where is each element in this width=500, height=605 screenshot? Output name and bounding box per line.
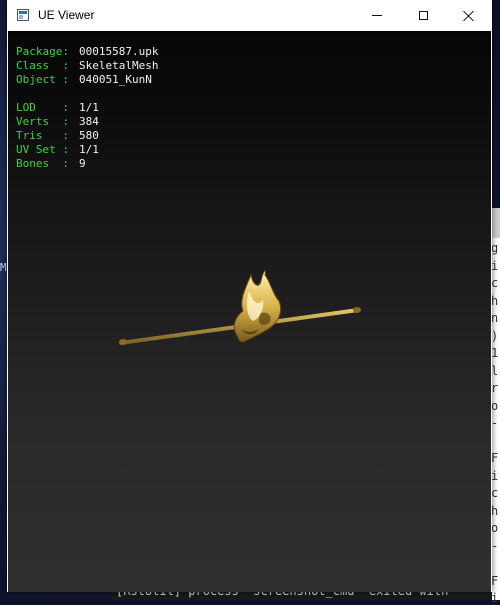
info-label: Bones : bbox=[16, 157, 69, 170]
terminal-char: n bbox=[491, 311, 499, 325]
info-label: Verts : bbox=[16, 115, 69, 128]
close-icon bbox=[463, 10, 475, 22]
info-label: UV Set : bbox=[16, 143, 69, 156]
terminal-char: l bbox=[491, 363, 499, 378]
window-title: UE Viewer bbox=[38, 8, 95, 22]
info-label: Tris : bbox=[16, 129, 69, 142]
3d-viewport[interactable]: Package: 00015587.upk Class : SkeletalMesh… bbox=[8, 31, 491, 592]
terminal-char: - bbox=[491, 416, 499, 430]
terminal-char: ) bbox=[491, 328, 499, 343]
info-row-tris: Tris : 580 bbox=[16, 129, 158, 143]
info-label: Package: bbox=[16, 45, 69, 58]
terminal-char: i bbox=[491, 258, 499, 273]
info-row-class: Class : SkeletalMesh bbox=[16, 59, 158, 73]
mesh-info-panel: Package: 00015587.upk Class : SkeletalMesh… bbox=[16, 45, 158, 171]
info-label: Class : bbox=[16, 59, 69, 72]
info-label: LOD : bbox=[16, 101, 69, 114]
maximize-button[interactable] bbox=[400, 0, 446, 31]
terminal-char: c bbox=[491, 486, 499, 500]
info-row-bones: Bones : 9 bbox=[16, 157, 158, 171]
terminal-char: F bbox=[491, 451, 499, 465]
terminal-char: o bbox=[491, 521, 499, 535]
title-bar[interactable]: UE Viewer bbox=[7, 0, 492, 31]
info-row-verts: Verts : 384 bbox=[16, 115, 158, 129]
info-value: 580 bbox=[79, 129, 99, 142]
ue-viewer-window[interactable]: UE Viewer Package: 00015587.upk Class : Sk… bbox=[7, 0, 492, 592]
info-value: 040051_KunN bbox=[79, 73, 152, 86]
info-value: 9 bbox=[79, 157, 86, 170]
info-row-uvset: UV Set : 1/1 bbox=[16, 143, 158, 157]
terminal-char: c bbox=[491, 276, 499, 290]
info-label: Object : bbox=[16, 73, 69, 86]
terminal-char: g bbox=[491, 241, 499, 255]
minimize-button[interactable] bbox=[354, 0, 400, 31]
terminal-char: r bbox=[491, 381, 499, 395]
app-window-icon bbox=[17, 9, 29, 21]
info-value: 384 bbox=[79, 115, 99, 128]
terminal-char: - bbox=[491, 538, 499, 553]
skeletal-mesh-model[interactable] bbox=[113, 261, 363, 351]
terminal-char: o bbox=[491, 398, 499, 413]
info-row-object: Object : 040051_KunN bbox=[16, 73, 158, 87]
maximize-icon bbox=[418, 11, 428, 20]
terminal-char: h bbox=[491, 293, 499, 308]
terminal-char: 1 bbox=[491, 346, 499, 360]
terminal-char: F bbox=[491, 573, 499, 588]
terminal-char: h bbox=[491, 503, 499, 518]
info-row-package: Package: 00015587.upk bbox=[16, 45, 158, 59]
terminal-char: i bbox=[491, 468, 499, 483]
info-value: 00015587.upk bbox=[79, 45, 159, 58]
close-button[interactable] bbox=[446, 0, 492, 31]
background-text: M bbox=[0, 261, 7, 274]
staff-head-ornament bbox=[233, 270, 282, 343]
terminal-char: i bbox=[491, 591, 499, 605]
info-value: 1/1 bbox=[79, 101, 99, 114]
info-value: 1/1 bbox=[79, 143, 99, 156]
info-value: SkeletalMesh bbox=[79, 59, 159, 72]
info-row-lod: LOD : 1/1 bbox=[16, 101, 158, 115]
minimize-icon bbox=[372, 15, 382, 16]
